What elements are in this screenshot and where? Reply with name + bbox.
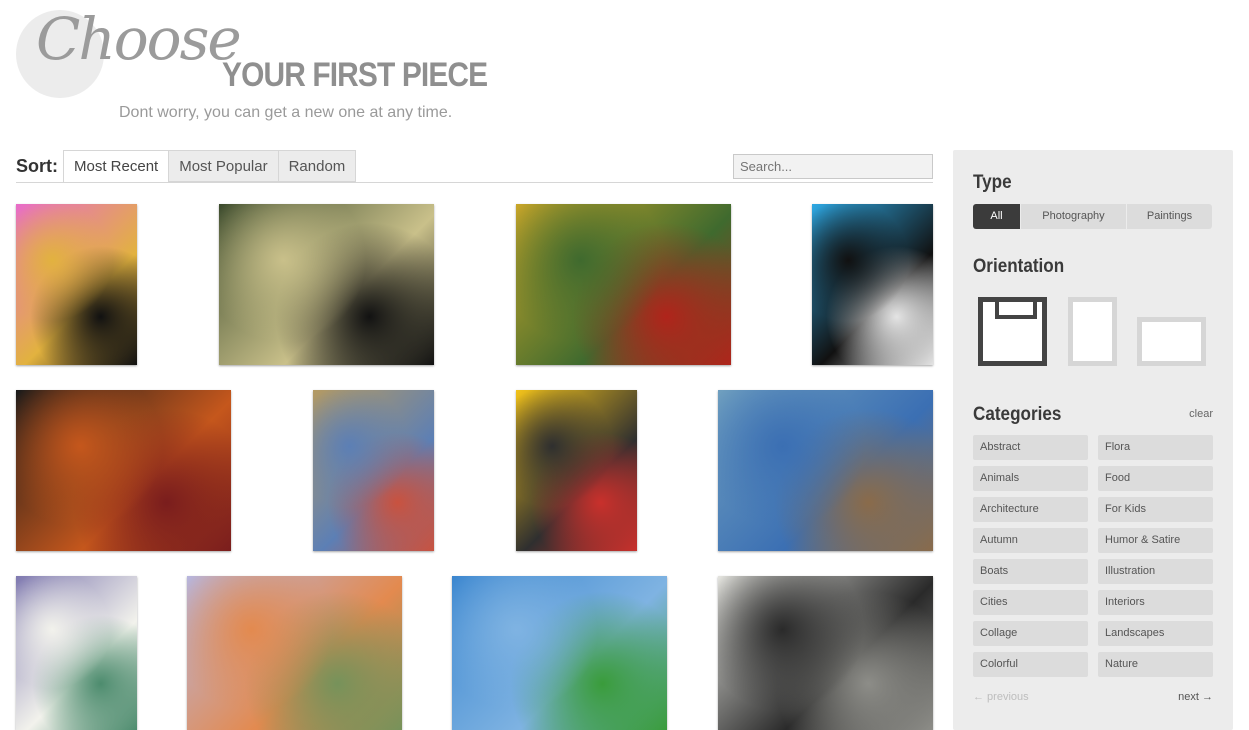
header-script-word: Choose [36,5,242,73]
orientation-square-icon[interactable] [978,297,1047,366]
type-option-photography[interactable]: Photography [1021,204,1127,229]
artwork-thumb[interactable] [187,576,402,730]
type-segmented-control: All Photography Paintings [973,204,1212,229]
search-input[interactable] [733,154,933,179]
tab-most-popular[interactable]: Most Popular [168,150,279,182]
category-item[interactable]: Food [1098,466,1213,491]
tab-most-recent[interactable]: Most Recent [63,150,170,183]
category-item[interactable]: Collage [973,621,1088,646]
category-item[interactable]: For Kids [1098,497,1213,522]
artwork-thumb[interactable] [718,390,933,551]
category-item[interactable]: Nature [1098,652,1213,677]
artwork-thumb[interactable] [516,204,731,365]
category-item[interactable]: Illustration [1098,559,1213,584]
page-header: Choose YOUR FIRST PIECE Dont worry, you … [0,0,1249,140]
sort-label: Sort: [16,156,58,176]
categories-heading: Categories [973,404,1062,425]
orientation-portrait-icon[interactable] [1068,297,1117,366]
artwork-thumb[interactable] [16,204,137,365]
artwork-thumb[interactable] [718,576,933,730]
artwork-thumb[interactable] [812,204,933,365]
type-heading: Type [973,172,1012,193]
category-item[interactable]: Interiors [1098,590,1213,615]
category-item[interactable]: Landscapes [1098,621,1213,646]
category-item[interactable]: Architecture [973,497,1088,522]
category-item[interactable]: Abstract [973,435,1088,460]
sort-divider [16,182,933,183]
category-item[interactable]: Animals [973,466,1088,491]
page-subtitle: Dont worry, you can get a new one at any… [119,104,453,121]
previous-link[interactable]: ← previous [973,691,1029,703]
artwork-thumb[interactable] [516,390,637,551]
sort-tabs: Most Recent Most Popular Random [63,150,357,183]
artwork-thumb[interactable] [313,390,434,551]
category-item[interactable]: Colorful [973,652,1088,677]
tab-random[interactable]: Random [277,150,357,182]
next-link[interactable]: next → [1178,691,1213,703]
artwork-thumb[interactable] [16,576,137,730]
page-title: YOUR FIRST PIECE [222,56,488,94]
category-item[interactable]: Boats [973,559,1088,584]
clear-categories-link[interactable]: clear [1189,408,1213,420]
orientation-heading: Orientation [973,256,1065,277]
filter-sidebar: Type All Photography Paintings Orientati… [953,150,1233,730]
artwork-thumb[interactable] [16,390,231,551]
category-item[interactable]: Cities [973,590,1088,615]
category-item[interactable]: Autumn [973,528,1088,553]
artwork-thumb[interactable] [452,576,667,730]
type-option-paintings[interactable]: Paintings [1127,204,1212,229]
category-item[interactable]: Humor & Satire [1098,528,1213,553]
artwork-thumb[interactable] [219,204,434,365]
type-option-all[interactable]: All [973,204,1021,229]
orientation-landscape-icon[interactable] [1137,317,1206,366]
category-item[interactable]: Flora [1098,435,1213,460]
